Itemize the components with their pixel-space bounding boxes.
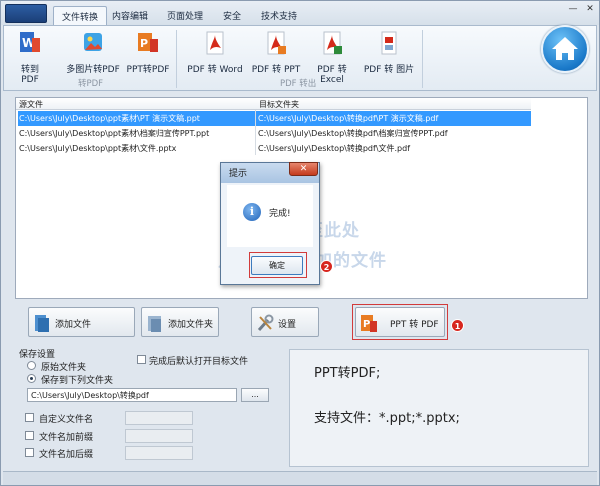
source-cell: C:\Users\July\Desktop\ppt素材\文件.pptx (19, 144, 177, 153)
table-row[interactable]: C:\Users\July\Desktop\ppt素材\档案归宣传PPT.ppt… (18, 126, 531, 141)
svg-text:P: P (140, 37, 148, 50)
dialog-close-button[interactable]: ✕ (289, 162, 318, 176)
open-after-checkbox[interactable] (137, 355, 146, 364)
images-to-pdf-button[interactable]: 多图片转PDF (64, 30, 122, 75)
target-cell: C:\Users\July\Desktop\转换pdf\文件.pdf (258, 144, 411, 153)
dialog-body: i 完成! (227, 185, 313, 247)
custom-folder-label[interactable]: 保存到下列文件夹 (41, 373, 113, 386)
home-icon (552, 37, 578, 60)
original-folder-radio[interactable] (27, 361, 36, 370)
file-list-header: 源文件 目标文件夹 (16, 98, 531, 110)
pdf-to-image-icon (381, 31, 397, 55)
target-cell: C:\Users\July\Desktop\转换pdf\PT 演示文稿.pdf (258, 114, 439, 123)
custom-name-field[interactable] (125, 411, 193, 425)
ribbon: W 转到 PDF 多图片转PDF P PPT转PDF 转PDF PDF 转 Wo… (3, 25, 597, 91)
status-bar (3, 471, 597, 485)
custom-name-checkbox[interactable] (25, 413, 34, 422)
to-pdf-label: 转到 PDF (20, 65, 39, 85)
step-badge-2: 2 (320, 260, 333, 273)
convert-highlight (352, 304, 448, 340)
custom-folder-radio[interactable] (27, 374, 36, 383)
add-file-label: 添加文件 (55, 320, 92, 330)
source-cell: C:\Users\July\Desktop\ppt素材\档案归宣传PPT.ppt (19, 129, 210, 138)
app-menu-icon[interactable] (5, 4, 47, 23)
pdf-to-ppt-label: PDF 转 PPT (251, 65, 301, 75)
add-file-icon (35, 315, 49, 332)
ppt-to-pdf-icon: P (138, 33, 158, 52)
pdf-to-ppt-icon (267, 31, 286, 55)
tab-content-edit[interactable]: 内容编辑 (104, 6, 156, 25)
custom-name-label[interactable]: 自定义文件名 (39, 412, 93, 425)
save-settings-legend: 保存设置 (19, 350, 56, 360)
settings-label: 设置 (278, 320, 297, 330)
prefix-checkbox[interactable] (25, 431, 34, 440)
ok-highlight (249, 252, 307, 278)
table-row[interactable]: C:\Users\July\Desktop\ppt素材\PT 演示文稿.ppt … (18, 111, 531, 126)
pdf-to-image-label: PDF 转 图片 (363, 65, 415, 75)
ribbon-separator (176, 30, 177, 88)
description-panel: PPT转PDF; 支持文件：*.ppt;*.pptx; (289, 349, 589, 467)
app-window: 文件转换 内容编辑 页面处理 安全 技术支持 — ✕ W 转到 PDF 多图片转… (0, 0, 600, 486)
add-folder-button[interactable]: 添加文件夹 (141, 307, 219, 337)
pdf-to-word-icon (206, 31, 224, 55)
images-to-pdf-label: 多图片转PDF (66, 65, 120, 75)
close-window-button[interactable]: ✕ (583, 3, 597, 15)
open-after-label[interactable]: 完成后默认打开目标文件 (149, 354, 248, 367)
table-row[interactable]: C:\Users\July\Desktop\ppt素材\文件.pptx C:\U… (18, 141, 531, 156)
column-source[interactable]: 源文件 (19, 99, 43, 110)
save-settings: 保存设置 原始文件夹 完成后默认打开目标文件 保存到下列文件夹 ... 自定义文… (15, 347, 277, 465)
ppt-to-pdf-ribbon-label: PPT转PDF (126, 65, 170, 75)
column-target[interactable]: 目标文件夹 (259, 99, 299, 110)
dialog-message: 完成! (269, 209, 291, 219)
description-title: PPT转PDF; (314, 366, 381, 381)
suffix-field[interactable] (125, 446, 193, 460)
source-cell: C:\Users\July\Desktop\ppt素材\PT 演示文稿.ppt (19, 114, 200, 123)
suffix-label[interactable]: 文件名加后缀 (39, 447, 93, 460)
tab-file-convert[interactable]: 文件转换 (53, 6, 108, 25)
to-pdf-group-label: 转PDF (78, 79, 104, 89)
add-folder-icon (148, 316, 161, 332)
to-pdf-button[interactable]: W 转到 PDF (12, 30, 48, 85)
target-cell: C:\Users\July\Desktop\转换pdf\档案归宣传PPT.pdf (258, 129, 448, 138)
pdf-to-ppt-button[interactable]: PDF 转 PPT (248, 30, 304, 75)
ribbon-separator-2 (422, 30, 423, 88)
add-file-button[interactable]: 添加文件 (28, 307, 135, 337)
pdf-to-word-button[interactable]: PDF 转 Word (184, 30, 246, 75)
suffix-checkbox[interactable] (25, 448, 34, 457)
pdf-to-word-label: PDF 转 Word (187, 65, 243, 75)
prefix-field[interactable] (125, 429, 193, 443)
from-pdf-group-label: PDF 转出 (280, 79, 317, 89)
original-folder-label[interactable]: 原始文件夹 (41, 360, 86, 373)
tab-security[interactable]: 安全 (215, 6, 249, 25)
home-button[interactable] (541, 25, 589, 73)
title-bar: 文件转换 内容编辑 页面处理 安全 技术支持 — ✕ (1, 1, 599, 25)
pdf-to-image-button[interactable]: PDF 转 图片 (362, 30, 416, 75)
tab-page-process[interactable]: 页面处理 (159, 6, 211, 25)
browse-button[interactable]: ... (241, 388, 269, 402)
description-formats: 支持文件：*.ppt;*.pptx; (314, 411, 460, 426)
info-icon: i (243, 203, 261, 221)
column-divider (255, 110, 256, 155)
settings-icon (257, 314, 274, 332)
prefix-label[interactable]: 文件名加前缀 (39, 430, 93, 443)
images-to-pdf-icon (84, 33, 102, 51)
tab-tech-support[interactable]: 技术支持 (253, 6, 305, 25)
pdf-to-excel-icon (323, 31, 342, 55)
settings-button[interactable]: 设置 (251, 307, 319, 337)
add-folder-label: 添加文件夹 (168, 320, 214, 330)
step-badge-1: 1 (451, 319, 464, 332)
save-path-input[interactable] (27, 388, 237, 402)
word-to-pdf-icon: W (20, 32, 40, 52)
ppt-to-pdf-ribbon-button[interactable]: P PPT转PDF (126, 30, 170, 75)
minimize-button[interactable]: — (566, 3, 580, 15)
